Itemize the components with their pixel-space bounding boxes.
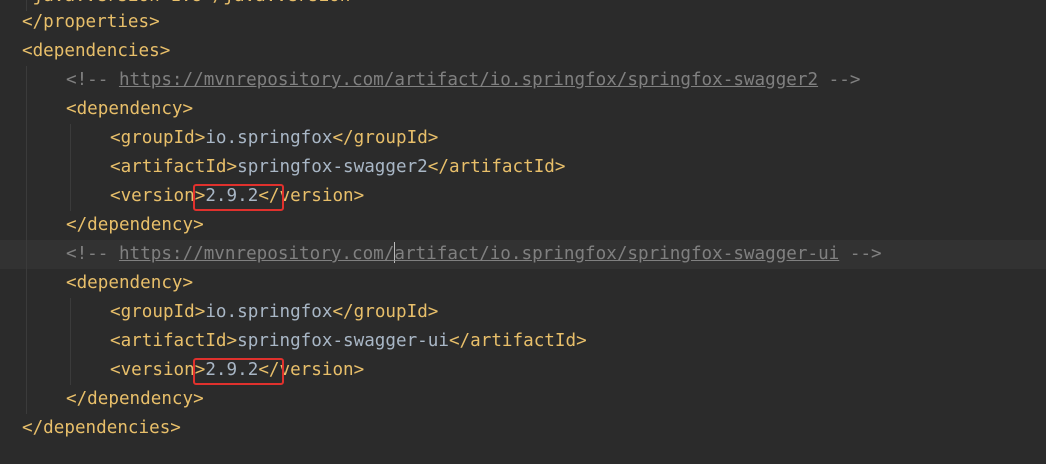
code-line[interactable]: </properties> (0, 8, 1046, 37)
xml-tag: </dependency> (66, 215, 204, 235)
indent-guide (26, 327, 27, 356)
highlight-box (192, 358, 284, 385)
code-text: <groupId>io.springfox</groupId> (110, 298, 438, 327)
indent-guide (26, 124, 27, 153)
xml-tag: </dependency> (66, 389, 204, 409)
code-line[interactable]: <dependency> (0, 95, 1046, 124)
code-text: <artifactId>springfox-swagger2</artifact… (110, 153, 565, 182)
xml-tag: <version> (110, 360, 206, 380)
indent-guide (26, 269, 27, 298)
xml-tag: </artifactId> (448, 331, 587, 351)
tag-value: io.springfox (205, 302, 333, 322)
indent-guide (70, 298, 71, 327)
code-text: </properties> (22, 8, 160, 37)
xml-tag: <java.version>1.8</java.version> (22, 0, 361, 6)
indent-guide (26, 211, 27, 240)
tag-value: io.springfox (205, 128, 333, 148)
code-text: <artifactId>springfox-swagger-ui</artifa… (110, 327, 587, 356)
comment-text: --> (839, 244, 882, 264)
indent-guide (26, 182, 27, 211)
comment-link[interactable]: https://mvnrepository.com/artifact/io.sp… (119, 70, 818, 90)
indent-guide (26, 153, 27, 182)
xml-tag: <dependency> (66, 273, 194, 293)
code-editor[interactable]: <java.version>1.8</java.version> </proper… (0, 0, 1046, 464)
xml-tag: <groupId> (110, 302, 206, 322)
xml-tag: <artifactId> (110, 157, 238, 177)
code-text: <dependency> (66, 269, 193, 298)
code-line[interactable]: <groupId>io.springfox</groupId> (0, 298, 1046, 327)
code-line[interactable]: <version>2.9.2</version> (0, 356, 1046, 385)
code-line[interactable]: <artifactId>springfox-swagger2</artifact… (0, 153, 1046, 182)
code-text: <!-- https://mvnrepository.com/artifact/… (66, 240, 882, 269)
xml-tag: </properties> (22, 12, 160, 32)
comment-text: <!-- (66, 70, 119, 90)
comment-link[interactable]: artifact/io.springfox/springfox-swagger-… (394, 244, 839, 264)
code-line[interactable]: </dependency> (0, 211, 1046, 240)
code-line[interactable]: <artifactId>springfox-swagger-ui</artifa… (0, 327, 1046, 356)
code-line[interactable]: </dependency> (0, 385, 1046, 414)
code-line[interactable]: <version>2.9.2</version> (0, 182, 1046, 211)
indent-guide (26, 385, 27, 414)
code-text: </dependencies> (22, 414, 181, 443)
indent-guide (70, 124, 71, 153)
xml-tag: </groupId> (332, 128, 439, 148)
highlight-box (192, 184, 284, 211)
indent-guide (26, 95, 27, 124)
code-text: <!-- https://mvnrepository.com/artifact/… (66, 66, 860, 95)
code-line[interactable]: </dependencies> (0, 414, 1046, 443)
xml-tag: <artifactId> (110, 331, 238, 351)
code-line[interactable]: <!-- https://mvnrepository.com/artifact/… (0, 240, 1046, 269)
code-text: </dependency> (66, 211, 204, 240)
code-text: <groupId>io.springfox</groupId> (110, 124, 438, 153)
comment-link[interactable]: https://mvnrepository.com/ (119, 244, 394, 264)
indent-guide (70, 153, 71, 182)
indent-guide (26, 66, 27, 95)
indent-guide (26, 356, 27, 385)
code-text: <dependency> (66, 95, 193, 124)
indent-guide (70, 327, 71, 356)
xml-tag: <dependencies> (22, 41, 171, 61)
indent-guide (26, 298, 27, 327)
tag-value: springfox-swagger2 (237, 157, 428, 177)
comment-text: --> (818, 70, 861, 90)
code-line[interactable]: <groupId>io.springfox</groupId> (0, 124, 1046, 153)
indent-guide (26, 240, 27, 269)
comment-text: <!-- (66, 244, 119, 264)
xml-tag: <groupId> (110, 128, 206, 148)
xml-tag: </groupId> (332, 302, 439, 322)
code-text: </dependency> (66, 385, 204, 414)
indent-guide (70, 182, 71, 211)
xml-tag: </dependencies> (22, 418, 181, 438)
tag-value: springfox-swagger-ui (237, 331, 449, 351)
xml-tag: <version> (110, 186, 206, 206)
indent-guide (70, 356, 71, 385)
code-line[interactable]: <dependencies> (0, 37, 1046, 66)
xml-tag: <dependency> (66, 99, 194, 119)
code-line[interactable]: <!-- https://mvnrepository.com/artifact/… (0, 66, 1046, 95)
code-line[interactable]: <dependency> (0, 269, 1046, 298)
xml-tag: </artifactId> (427, 157, 566, 177)
code-text: <dependencies> (22, 37, 170, 66)
